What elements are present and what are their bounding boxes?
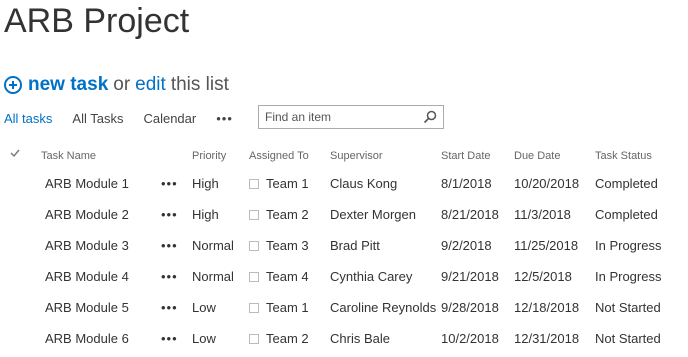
assigned-to: Team 2 bbox=[249, 207, 309, 222]
new-task-link[interactable]: new task bbox=[28, 74, 108, 96]
assigned-to: Team 3 bbox=[249, 238, 309, 253]
presence-icon bbox=[249, 178, 259, 189]
task-name[interactable]: ARB Module 6 bbox=[45, 331, 129, 346]
edit-list-link[interactable]: edit bbox=[135, 74, 166, 96]
presence-icon bbox=[249, 240, 259, 251]
supervisor-value: Chris Bale bbox=[330, 331, 390, 346]
more-views-icon[interactable]: ••• bbox=[216, 111, 233, 126]
column-header-due-date[interactable]: Due Date bbox=[514, 150, 560, 162]
assigned-to: Team 1 bbox=[249, 300, 309, 315]
supervisor-value: Cynthia Carey bbox=[330, 269, 413, 284]
task-list-table: Task Name Priority Assigned To Superviso… bbox=[0, 144, 688, 354]
task-name[interactable]: ARB Module 2 bbox=[45, 207, 129, 222]
due-date-value: 11/25/2018 bbox=[514, 238, 579, 253]
row-menu-icon[interactable]: ••• bbox=[161, 238, 178, 253]
start-date-value: 8/21/2018 bbox=[441, 207, 499, 222]
assigned-team[interactable]: Team 2 bbox=[266, 331, 309, 346]
table-row[interactable]: ARB Module 5 ••• Low Team 1 Caroline Rey… bbox=[0, 292, 688, 323]
due-date-value: 12/31/2018 bbox=[514, 331, 580, 346]
assigned-to: Team 1 bbox=[249, 176, 309, 191]
due-date-value: 10/20/2018 bbox=[514, 176, 580, 191]
task-name[interactable]: ARB Module 5 bbox=[45, 300, 129, 315]
presence-icon bbox=[249, 271, 259, 282]
column-header-supervisor[interactable]: Supervisor bbox=[330, 150, 383, 162]
task-name[interactable]: ARB Module 4 bbox=[45, 269, 129, 284]
row-menu-icon[interactable]: ••• bbox=[161, 207, 178, 222]
assigned-to: Team 4 bbox=[249, 269, 309, 284]
row-menu-icon[interactable]: ••• bbox=[161, 176, 178, 191]
task-name[interactable]: ARB Module 1 bbox=[45, 176, 129, 191]
tab-all-tasks[interactable]: All Tasks bbox=[72, 111, 123, 126]
table-row[interactable]: ARB Module 1 ••• High Team 1 Claus Kong … bbox=[0, 168, 688, 199]
status-value: Not Started bbox=[595, 331, 661, 346]
start-date-value: 9/21/2018 bbox=[441, 269, 499, 284]
table-row[interactable]: ARB Module 4 ••• Normal Team 4 Cynthia C… bbox=[0, 261, 688, 292]
priority-value: Low bbox=[192, 300, 216, 315]
status-value: Not Started bbox=[595, 300, 661, 315]
priority-value: Normal bbox=[192, 238, 234, 253]
status-value: Completed bbox=[595, 207, 658, 222]
search-box bbox=[258, 105, 444, 129]
presence-icon bbox=[249, 209, 259, 220]
assigned-to: Team 2 bbox=[249, 331, 309, 346]
new-task-bar: new task or edit this list bbox=[4, 73, 229, 97]
tab-calendar[interactable]: Calendar bbox=[143, 111, 196, 126]
column-header-task-status[interactable]: Task Status bbox=[595, 150, 652, 162]
column-header-task-name[interactable]: Task Name bbox=[41, 150, 96, 162]
assigned-team[interactable]: Team 1 bbox=[266, 300, 309, 315]
assigned-team[interactable]: Team 2 bbox=[266, 207, 309, 222]
supervisor-value: Brad Pitt bbox=[330, 238, 380, 253]
add-circle-icon[interactable] bbox=[4, 76, 22, 94]
row-menu-icon[interactable]: ••• bbox=[161, 331, 178, 346]
status-value: In Progress bbox=[595, 269, 662, 284]
checkmark-icon[interactable] bbox=[9, 147, 21, 159]
tab-all-tasks-active[interactable]: All tasks bbox=[4, 111, 52, 126]
priority-value: Normal bbox=[192, 269, 234, 284]
column-header-priority[interactable]: Priority bbox=[192, 150, 226, 162]
start-date-value: 10/2/2018 bbox=[441, 331, 499, 346]
status-value: Completed bbox=[595, 176, 658, 191]
supervisor-value: Dexter Morgen bbox=[330, 207, 416, 222]
task-name[interactable]: ARB Module 3 bbox=[45, 238, 129, 253]
due-date-value: 11/3/2018 bbox=[514, 207, 571, 222]
column-header-assigned-to[interactable]: Assigned To bbox=[249, 150, 309, 162]
assigned-team[interactable]: Team 3 bbox=[266, 238, 309, 253]
table-row[interactable]: ARB Module 2 ••• High Team 2 Dexter Morg… bbox=[0, 199, 688, 230]
due-date-value: 12/5/2018 bbox=[514, 269, 572, 284]
supervisor-value: Claus Kong bbox=[330, 176, 398, 191]
due-date-value: 12/18/2018 bbox=[514, 300, 580, 315]
status-value: In Progress bbox=[595, 238, 662, 253]
assigned-team[interactable]: Team 1 bbox=[266, 176, 309, 191]
start-date-value: 8/1/2018 bbox=[441, 176, 492, 191]
table-row[interactable]: ARB Module 3 ••• Normal Team 3 Brad Pitt… bbox=[0, 230, 688, 261]
view-tabs: All tasks All Tasks Calendar ••• bbox=[4, 108, 233, 128]
priority-value: High bbox=[192, 176, 219, 191]
presence-icon bbox=[249, 302, 259, 313]
search-icon[interactable] bbox=[423, 110, 437, 124]
presence-icon bbox=[249, 333, 259, 344]
table-header: Task Name Priority Assigned To Superviso… bbox=[0, 144, 688, 168]
column-header-start-date[interactable]: Start Date bbox=[441, 150, 491, 162]
row-menu-icon[interactable]: ••• bbox=[161, 269, 178, 284]
search-input[interactable] bbox=[259, 110, 415, 124]
start-date-value: 9/2/2018 bbox=[441, 238, 492, 253]
row-menu-icon[interactable]: ••• bbox=[161, 300, 178, 315]
assigned-team[interactable]: Team 4 bbox=[266, 269, 309, 284]
page-title: ARB Project bbox=[4, 2, 190, 40]
table-row[interactable]: ARB Module 6 ••• Low Team 2 Chris Bale 1… bbox=[0, 323, 688, 354]
or-text: or bbox=[113, 74, 131, 95]
start-date-value: 9/28/2018 bbox=[441, 300, 499, 315]
supervisor-value: Caroline Reynolds bbox=[330, 300, 437, 315]
priority-value: Low bbox=[192, 331, 216, 346]
this-list-text: this list bbox=[170, 74, 229, 95]
priority-value: High bbox=[192, 207, 219, 222]
